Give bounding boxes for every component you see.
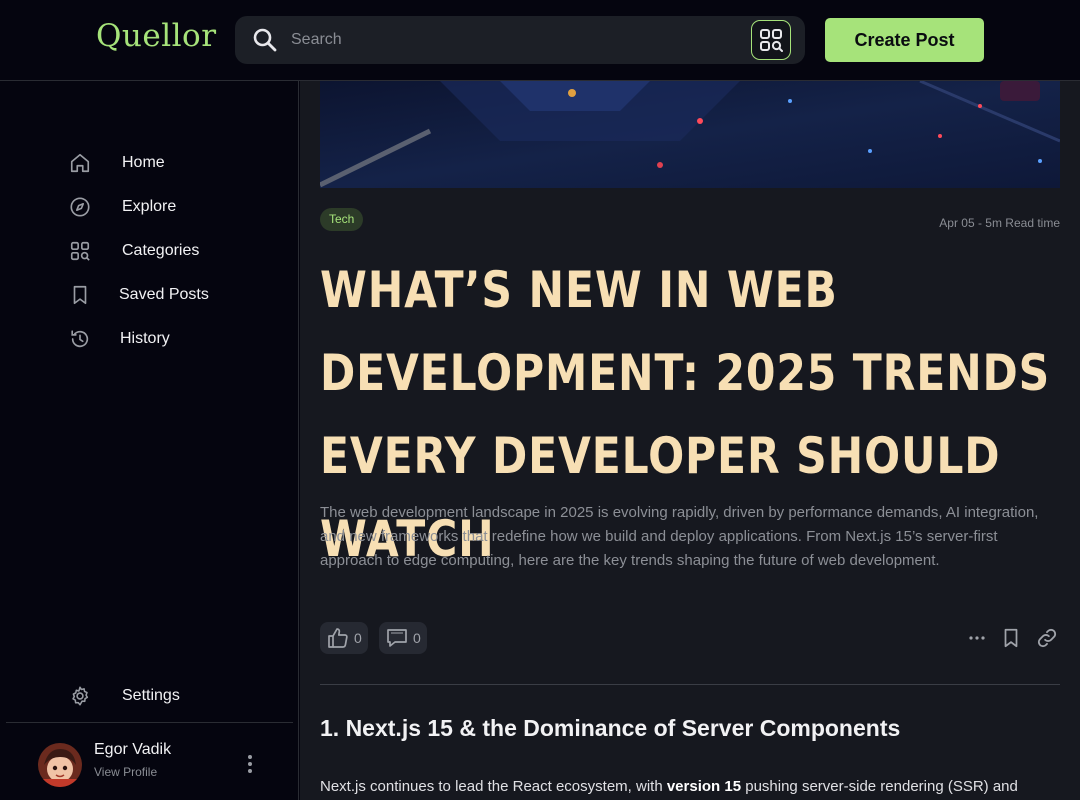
sidebar-divider	[6, 722, 293, 723]
like-count: 0	[354, 630, 362, 646]
compass-icon	[68, 195, 92, 219]
sidebar: Home Explore Categories Saved Posts Hist…	[0, 81, 299, 800]
sidebar-item-home[interactable]: Home	[68, 148, 165, 178]
search-bar	[235, 16, 805, 64]
para-text-end: pushing server-side rendering (SSR) and	[741, 778, 1018, 795]
post-summary: The web development landscape in 2025 is…	[320, 504, 1039, 569]
para-bold-text: version 15	[666, 778, 742, 795]
settings-label: Settings	[122, 687, 180, 704]
view-profile-link[interactable]: View Profile	[94, 765, 157, 779]
post-cover-image	[320, 81, 1060, 188]
sidebar-item-label: History	[120, 330, 170, 347]
sidebar-item-categories[interactable]: Categories	[68, 236, 199, 266]
content-divider	[320, 684, 1060, 685]
sidebar-item-label: Categories	[122, 242, 200, 259]
top-header: Quellor Create Post	[0, 0, 1080, 81]
sidebar-item-label: Home	[122, 154, 165, 171]
link-icon[interactable]	[1035, 626, 1059, 650]
like-button[interactable]: 0	[320, 622, 368, 654]
thumbs-up-icon	[328, 628, 348, 648]
create-post-button[interactable]: Create Post	[825, 18, 984, 62]
search-icon	[253, 28, 277, 52]
sidebar-item-label: Explore	[122, 198, 177, 215]
visual-search-button[interactable]	[751, 20, 791, 60]
sidebar-item-explore[interactable]: Explore	[68, 192, 176, 222]
sidebar-item-label: Saved Posts	[119, 286, 209, 303]
post-content: Tech Apr 05 - 5m Read time What’s new in…	[300, 81, 1080, 800]
section-heading: 1. Next.js 15 & the Dominance of Server …	[320, 715, 901, 741]
post-meta: Apr 05 - 5m Read time	[939, 216, 1060, 230]
more-icon[interactable]	[965, 626, 989, 650]
comment-button[interactable]: 0	[379, 622, 427, 654]
comment-icon	[387, 629, 407, 647]
more-options-icon[interactable]	[240, 749, 260, 779]
avatar[interactable]	[38, 743, 82, 787]
profile-name: Egor Vadik	[94, 741, 172, 758]
search-input[interactable]	[291, 25, 731, 55]
sidebar-item-settings[interactable]: Settings	[68, 681, 180, 711]
para-text: Next.js continues to lead the React ecos…	[320, 778, 667, 795]
app-logo[interactable]: Quellor	[96, 18, 217, 54]
grid-search-icon	[760, 29, 783, 52]
history-icon	[68, 327, 92, 351]
comment-count: 0	[413, 630, 421, 646]
categories-icon	[68, 239, 92, 263]
category-tag[interactable]: Tech	[320, 208, 364, 231]
body-paragraph: Next.js continues to lead the React ecos…	[320, 775, 1060, 799]
bookmark-icon[interactable]	[999, 626, 1023, 650]
bookmark-icon	[68, 283, 92, 307]
profile-card[interactable]: Egor Vadik View Profile	[38, 741, 278, 787]
sidebar-item-saved-posts[interactable]: Saved Posts	[68, 280, 209, 310]
gear-icon	[68, 684, 92, 708]
sidebar-item-history[interactable]: History	[68, 324, 170, 354]
home-icon	[68, 151, 92, 175]
